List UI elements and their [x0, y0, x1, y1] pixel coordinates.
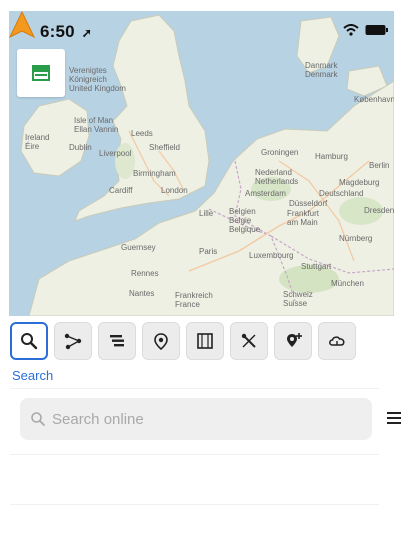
map-label-france: Frankreich France [175, 291, 213, 309]
map-label-belgium: Belgien Belgie Belgique [229, 207, 261, 234]
map-canvas [20, 14, 394, 316]
search-online-field[interactable]: Search online [20, 398, 372, 440]
map-label-hamburg: Hamburg [315, 152, 348, 161]
route-tool-button[interactable] [54, 322, 92, 360]
map-label-guernsey: Guernsey [121, 243, 156, 252]
map-label-london: London [161, 186, 188, 195]
tool-bar [10, 322, 356, 362]
divider [10, 504, 379, 505]
map-label-leeds: Leeds [131, 129, 153, 138]
app-screen: Verenigtes Königreich United Kingdom Isl… [0, 0, 403, 544]
tools-tool-button[interactable] [230, 322, 268, 360]
map-label-cardiff: Cardiff [109, 186, 133, 195]
divider [10, 388, 379, 389]
map-label-dublin: Dublin [69, 143, 92, 152]
map-label-groningen: Groningen [261, 148, 299, 157]
map-label-birmingham: Birmingham [133, 169, 176, 178]
search-icon [21, 333, 38, 350]
map-label-luxembourg: Luxembourg [249, 251, 294, 260]
cloud-icon [329, 336, 345, 346]
map-label-nurnberg: Nürnberg [339, 234, 373, 243]
map-label-nantes: Nantes [129, 289, 155, 298]
map-layers-button[interactable] [17, 49, 65, 97]
pin-add-icon [287, 333, 302, 347]
map-book-icon [197, 333, 213, 349]
map-label-nederland: Nederland Netherlands [255, 168, 299, 186]
location-arrow-icon: ➚ [81, 26, 93, 40]
map-label-liverpool: Liverpool [99, 149, 132, 158]
location-pin-icon [154, 333, 168, 350]
divider [10, 454, 379, 455]
list-icon [110, 335, 124, 347]
map-label-dresden: Dresden [364, 206, 394, 215]
map-view[interactable]: Verenigtes Königreich United Kingdom Isl… [9, 11, 394, 316]
status-time: 6:50 ➚ [40, 22, 92, 42]
tools-icon [241, 333, 256, 348]
search-tool-button[interactable] [10, 322, 48, 360]
location-tool-button[interactable] [142, 322, 180, 360]
maps-tool-button[interactable] [186, 322, 224, 360]
layers-icon [32, 65, 50, 81]
map-label-lille: Lille [199, 209, 214, 218]
map-label-stuttgart: Stuttgart [301, 262, 332, 271]
map-label-ireland: Ireland Éire [25, 133, 50, 151]
search-placeholder: Search online [52, 410, 144, 428]
map-label-paris: Paris [199, 247, 218, 256]
active-tool-caption: Search [12, 368, 54, 383]
map-label-frankfurt: Frankfurt am Main [287, 209, 320, 227]
map-label-denmark: Danmark Denmark [305, 61, 338, 79]
cloud-tool-button[interactable] [318, 322, 356, 360]
search-field-icon [31, 412, 45, 426]
map-label-magdeburg: Magdeburg [339, 178, 380, 187]
navigation-arrow-icon [9, 11, 35, 39]
status-icons [343, 24, 389, 36]
map-label-dusseldorf: Düsseldorf [289, 199, 328, 208]
map-label-uk: Verenigtes Königreich United Kingdom [69, 66, 126, 93]
add-pin-tool-button[interactable] [274, 322, 312, 360]
map-label-isle-of-man: Isle of Man Ellan Vannin [74, 116, 119, 134]
map-label-copenhagen: København [354, 95, 394, 104]
hamburger-menu-icon[interactable] [387, 412, 401, 424]
status-time-text: 6:50 [40, 22, 75, 41]
wifi-icon [343, 24, 359, 36]
map-label-deutschland: Deutschland [319, 189, 364, 198]
battery-icon [365, 25, 388, 35]
map-label-amsterdam: Amsterdam [245, 189, 286, 198]
route-icon [64, 333, 82, 350]
map-label-rennes: Rennes [131, 269, 159, 278]
map-label-berlin: Berlin [369, 161, 390, 170]
map-label-schweiz: Schweiz Suisse [283, 290, 313, 308]
list-tool-button[interactable] [98, 322, 136, 360]
map-label-munchen: München [331, 279, 364, 288]
map-label-sheffield: Sheffield [149, 143, 180, 152]
